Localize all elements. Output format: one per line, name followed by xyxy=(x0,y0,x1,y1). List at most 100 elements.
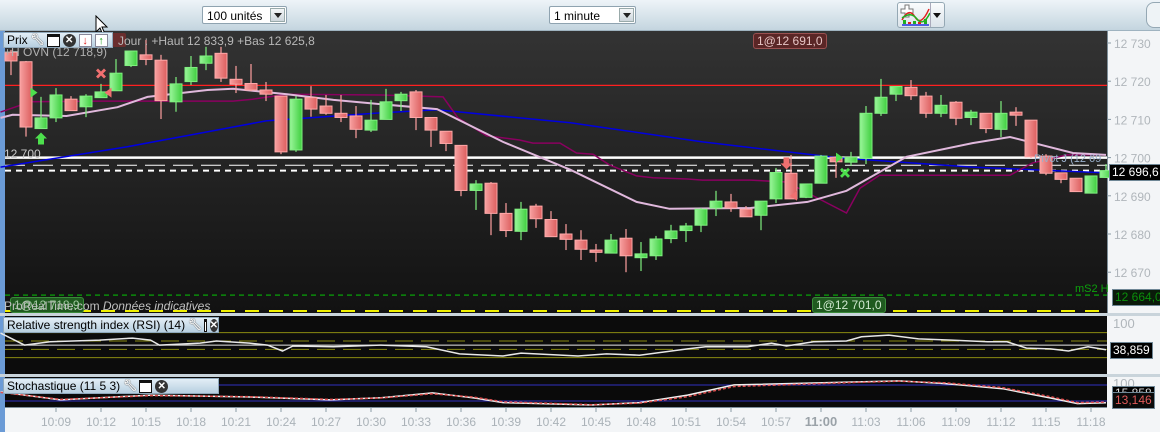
indicators-icon xyxy=(900,4,931,26)
candle-body xyxy=(379,101,393,120)
interval-select[interactable]: 1 minute xyxy=(549,6,636,24)
pane-separator[interactable] xyxy=(0,374,1160,377)
candle-body xyxy=(439,130,453,144)
time-tick-label: 10:54 xyxy=(716,415,746,429)
rsi-value-box: 38,859 xyxy=(1110,342,1153,359)
chevron-down-icon[interactable] xyxy=(270,8,285,22)
candle-body xyxy=(1069,177,1083,193)
wrench-icon[interactable]: 🔧︎ xyxy=(123,380,137,393)
candle-up xyxy=(1084,175,1098,194)
candle-up xyxy=(814,154,828,184)
candle-up xyxy=(289,96,303,152)
candle-down xyxy=(19,60,33,137)
price-tick-label: 12 730 xyxy=(1114,37,1151,51)
time-tick-label: 10:09 xyxy=(41,415,71,429)
pivot-label: Pivot J (12 69 xyxy=(1034,153,1102,165)
candle-body xyxy=(919,95,933,114)
interval-select-value: 1 minute xyxy=(554,9,601,23)
candle-body xyxy=(694,208,708,226)
price-tick-label: 12 720 xyxy=(1114,75,1151,89)
candle-body xyxy=(424,116,438,131)
chevron-down-icon[interactable] xyxy=(619,8,634,22)
candle-down xyxy=(1069,177,1083,193)
candle-body xyxy=(559,233,573,240)
candle-body xyxy=(949,101,963,119)
candle-body xyxy=(409,91,423,118)
window-icon[interactable] xyxy=(139,379,153,393)
candle-body xyxy=(844,156,858,163)
order-label-top[interactable]: 1@12 691,0 xyxy=(753,33,827,49)
time-tick-label: 11:06 xyxy=(896,415,925,429)
stoch-pane-header: Stochastique (11 5 3) 🔧︎ ✕ xyxy=(3,378,219,394)
candle-down xyxy=(274,95,288,155)
candle-body xyxy=(289,98,303,151)
candle-body xyxy=(319,105,333,114)
candle-body xyxy=(889,86,903,95)
candle-body xyxy=(1054,172,1068,180)
candle-body xyxy=(994,112,1008,130)
rsi-pane-header: Relative strength index (RSI) (14) 🔧︎ ✕ xyxy=(3,317,219,333)
chart-canvas[interactable]: 12 730 12 720 12 710 12 700 12 690 12 680 12 6… xyxy=(0,0,1160,432)
candle-body xyxy=(199,55,213,64)
price-tick-label: 12 680 xyxy=(1114,228,1151,242)
candle-body xyxy=(979,112,993,130)
time-tick-label: 10:36 xyxy=(446,415,476,429)
order-label-bottom[interactable]: 1@12 701,0 xyxy=(812,297,886,313)
time-tick-label: 10:18 xyxy=(176,415,206,429)
candle-body xyxy=(619,237,633,257)
candle-body xyxy=(904,86,918,97)
candle-body xyxy=(799,183,813,198)
stoch-main-box: 13,146 xyxy=(1112,392,1155,409)
chevron-down-icon[interactable] xyxy=(930,3,944,27)
side-panel-button[interactable] xyxy=(1146,2,1160,28)
time-tick-label: 10:12 xyxy=(86,415,116,429)
rsi-title: Relative strength index (RSI) (14) xyxy=(7,317,186,332)
candle-body xyxy=(274,95,288,153)
candle-up xyxy=(799,183,813,199)
candle-body xyxy=(604,239,618,254)
ms2-label: mS2 H xyxy=(1075,283,1109,295)
candle-body xyxy=(724,201,738,209)
candle-body xyxy=(244,82,258,91)
candle-body xyxy=(859,112,873,159)
current-price-box: 12 696,6 xyxy=(1109,164,1160,181)
candle-body xyxy=(469,183,483,191)
ms2-price-box: 12 664,0 xyxy=(1112,289,1160,306)
candle-body xyxy=(574,239,588,250)
wrench-icon[interactable]: 🔧︎ xyxy=(188,319,202,332)
candle-body xyxy=(664,230,678,240)
add-indicator-button[interactable] xyxy=(897,2,945,28)
candle-body xyxy=(49,94,63,119)
level-12700-label: 12 700 xyxy=(4,147,41,161)
candle-body xyxy=(394,93,408,102)
price-tick-label: 12 710 xyxy=(1114,113,1151,127)
candle-up xyxy=(769,167,783,204)
candle-body xyxy=(109,72,123,92)
candle-body xyxy=(709,200,723,209)
pane-separator[interactable] xyxy=(0,313,1160,316)
time-tick-label: 10:30 xyxy=(356,415,386,429)
candle-body xyxy=(544,218,558,238)
time-tick-label: 10:51 xyxy=(671,415,701,429)
watermark-group: ProRealTime.com Données indicatives xyxy=(4,299,210,313)
candle-body xyxy=(259,89,273,95)
candle-body xyxy=(19,61,33,128)
time-tick-label: 11:12 xyxy=(986,415,1015,429)
candle-body xyxy=(754,200,768,216)
close-icon[interactable]: ✕ xyxy=(155,379,169,393)
close-icon[interactable]: ✕ xyxy=(209,318,218,332)
quantity-select[interactable]: 100 unités xyxy=(202,6,287,24)
candle-body xyxy=(79,95,93,108)
candle-up xyxy=(859,106,873,165)
toolbar: 100 unités 1 minute xyxy=(0,0,1160,36)
candle-body xyxy=(679,225,693,232)
time-tick-label: 10:48 xyxy=(626,415,656,429)
window-icon[interactable] xyxy=(204,318,207,332)
time-tick-label: 10:57 xyxy=(761,415,791,429)
candle-body xyxy=(349,115,363,130)
candle-body xyxy=(634,253,648,259)
time-tick-label: 10:42 xyxy=(536,415,566,429)
time-tick-label: 10:45 xyxy=(581,415,611,429)
time-tick-label: 10:27 xyxy=(311,415,341,429)
rsi-axis-100: 100 xyxy=(1113,316,1135,331)
